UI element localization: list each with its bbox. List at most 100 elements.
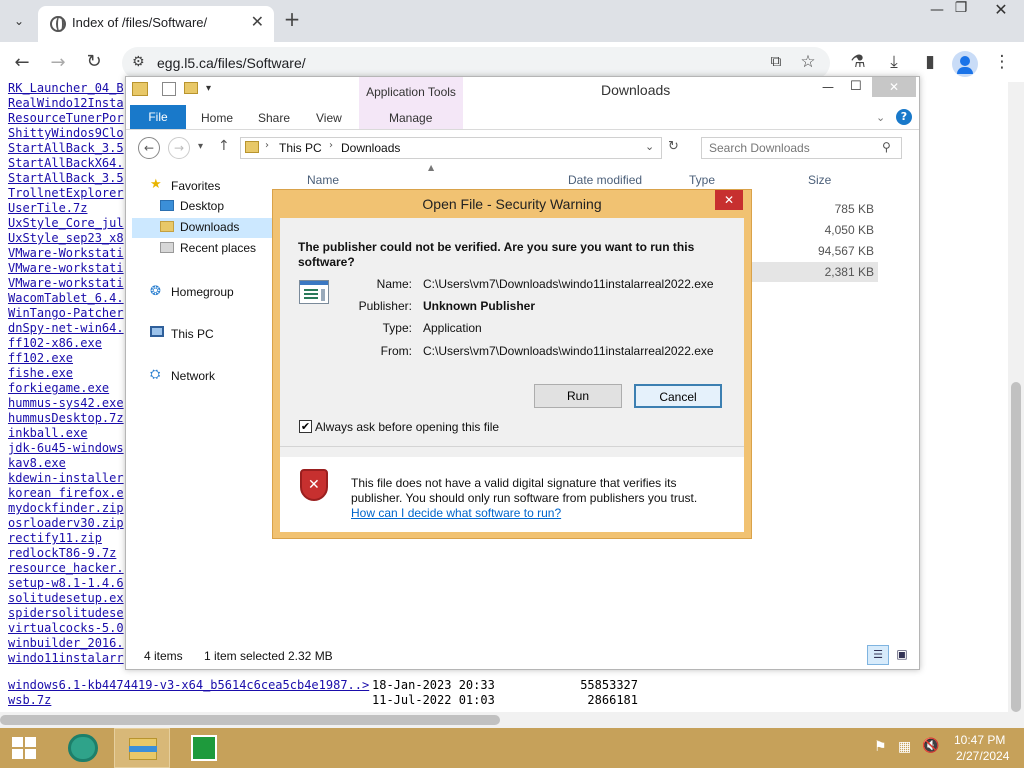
file-link[interactable]: virtualcocks-5.0 bbox=[8, 621, 124, 635]
file-link[interactable]: WinTango-Patcher bbox=[8, 306, 124, 320]
file-link[interactable]: setup-w8.1-1.4.6 bbox=[8, 576, 124, 590]
file-link[interactable]: osrloaderv30.zip bbox=[8, 516, 124, 530]
file-link[interactable]: windows6.1-kb4474419-v3-x64_b5614c6cea5c… bbox=[8, 678, 369, 692]
scrollbar-thumb[interactable] bbox=[0, 715, 500, 725]
download-icon[interactable]: ⤓ bbox=[882, 52, 906, 72]
help-link[interactable]: How can I decide what software to run? bbox=[351, 506, 561, 520]
always-ask-label[interactable]: Always ask before opening this file bbox=[315, 420, 499, 434]
explorer-address-bar[interactable]: › This PC › Downloads ⌄ bbox=[240, 137, 662, 159]
maximize-icon[interactable]: ☐ bbox=[850, 79, 862, 94]
bookmark-star-icon[interactable]: ☆ bbox=[796, 52, 820, 72]
forward-arrow-icon[interactable]: → bbox=[46, 52, 70, 73]
file-link[interactable]: korean firefox.e bbox=[8, 486, 124, 500]
file-link[interactable]: hummus-sys42.exe bbox=[8, 396, 124, 410]
file-link[interactable]: redlockT86-9.7z bbox=[8, 546, 116, 560]
tab-view[interactable]: View bbox=[316, 111, 342, 125]
taskbar-store[interactable] bbox=[174, 728, 230, 768]
file-link[interactable]: StartAllBackX64. bbox=[8, 156, 124, 170]
file-link[interactable]: windo11instalarr bbox=[8, 651, 124, 665]
nav-network[interactable]: Network bbox=[171, 369, 215, 383]
refresh-icon[interactable]: ↻ bbox=[668, 139, 679, 154]
clock-time[interactable]: 10:47 PM bbox=[954, 733, 1005, 747]
nav-desktop[interactable]: Desktop bbox=[160, 199, 224, 213]
file-link[interactable]: hummusDesktop.7z bbox=[8, 411, 124, 425]
file-link[interactable]: fishe.exe bbox=[8, 366, 73, 380]
file-link[interactable]: mydockfinder.zip bbox=[8, 501, 124, 515]
up-arrow-icon[interactable]: ↑ bbox=[218, 138, 230, 154]
nav-downloads[interactable]: Downloads bbox=[160, 220, 239, 234]
run-button[interactable]: Run bbox=[534, 384, 622, 408]
details-view-icon[interactable]: ☰ bbox=[867, 645, 889, 665]
close-window-icon[interactable]: ✕ bbox=[986, 0, 1016, 19]
reload-icon[interactable]: ↻ bbox=[82, 51, 106, 72]
nav-recent-places[interactable]: Recent places bbox=[160, 241, 256, 255]
side-panel-icon[interactable]: ▮ bbox=[918, 52, 942, 72]
help-icon[interactable]: ? bbox=[896, 109, 912, 125]
file-link[interactable]: UxStyle_sep23_x8 bbox=[8, 231, 124, 245]
url-text[interactable]: egg.l5.ca/files/Software/ bbox=[157, 55, 306, 71]
scrollbar-thumb[interactable] bbox=[1011, 382, 1021, 712]
search-downloads-input[interactable]: Search Downloads ⚲ bbox=[701, 137, 902, 159]
file-link[interactable]: RealWindo12Insta bbox=[8, 96, 124, 110]
new-tab-button[interactable]: + bbox=[280, 8, 304, 32]
browser-tab[interactable]: Index of /files/Software/ ✕ bbox=[38, 6, 274, 42]
recent-locations-icon[interactable]: ▾ bbox=[198, 141, 203, 152]
file-link[interactable]: UxStyle_Core_jul bbox=[8, 216, 124, 230]
file-link[interactable]: forkiegame.exe bbox=[8, 381, 109, 395]
file-link[interactable]: RK_Launcher_04_B bbox=[8, 81, 124, 95]
file-link[interactable]: ResourceTunerPor bbox=[8, 111, 124, 125]
column-name[interactable]: Name bbox=[307, 173, 339, 187]
file-link[interactable]: TrollnetExplorer bbox=[8, 186, 124, 200]
address-dropdown-icon[interactable]: ⌄ bbox=[645, 140, 654, 153]
clock-date[interactable]: 2/27/2024 bbox=[956, 749, 1009, 763]
breadcrumb-this-pc[interactable]: This PC bbox=[279, 141, 322, 155]
labs-flask-icon[interactable]: ⚗ bbox=[846, 52, 870, 72]
address-bar[interactable]: ⚙ egg.l5.ca/files/Software/ bbox=[122, 47, 830, 79]
back-arrow-icon[interactable]: ← bbox=[138, 137, 160, 159]
taskbar-browser[interactable] bbox=[56, 728, 112, 768]
tab-home[interactable]: Home bbox=[201, 111, 233, 125]
file-link[interactable]: winbuilder_2016. bbox=[8, 636, 124, 650]
minimize-icon[interactable]: — bbox=[822, 80, 834, 94]
file-link[interactable]: StartAllBack_3.5 bbox=[8, 141, 124, 155]
close-tab-icon[interactable]: ✕ bbox=[251, 12, 264, 31]
file-link[interactable]: ff102-x86.exe bbox=[8, 336, 102, 350]
page-scrollbar[interactable] bbox=[1008, 82, 1024, 728]
network-tray-icon[interactable]: ▦ bbox=[898, 739, 911, 755]
file-link[interactable]: WacomTablet_6.4. bbox=[8, 291, 124, 305]
tab-search-chevron-icon[interactable]: ⌄ bbox=[8, 10, 30, 32]
column-date-modified[interactable]: Date modified bbox=[568, 173, 642, 187]
file-link[interactable]: rectify11.zip bbox=[8, 531, 102, 545]
column-type[interactable]: Type bbox=[689, 173, 715, 187]
file-link[interactable]: ff102.exe bbox=[8, 351, 73, 365]
file-link[interactable]: VMware-workstati bbox=[8, 276, 124, 290]
column-size[interactable]: Size bbox=[808, 173, 831, 187]
tab-manage[interactable]: Manage bbox=[389, 111, 432, 125]
dialog-close-button[interactable]: ✕ bbox=[715, 190, 743, 210]
file-link[interactable]: dnSpy-net-win64. bbox=[8, 321, 124, 335]
site-settings-icon[interactable]: ⚙ bbox=[132, 54, 145, 70]
file-link[interactable]: spidersolitudese bbox=[8, 606, 124, 620]
file-link[interactable]: ShittyWindos9Clo bbox=[8, 126, 124, 140]
file-link[interactable]: inkball.exe bbox=[8, 426, 87, 440]
always-ask-checkbox[interactable]: ✔ bbox=[299, 420, 312, 433]
taskbar-file-explorer[interactable] bbox=[114, 728, 170, 768]
tab-file[interactable]: File bbox=[130, 105, 186, 129]
menu-kebab-icon[interactable]: ⋮ bbox=[990, 52, 1014, 72]
profile-avatar-icon[interactable] bbox=[952, 51, 978, 77]
file-link[interactable]: jdk-6u45-windows bbox=[8, 441, 124, 455]
qat-dropdown-icon[interactable]: ▾ bbox=[206, 83, 211, 94]
lens-icon[interactable]: ⧉ bbox=[764, 52, 788, 70]
back-arrow-icon[interactable]: ← bbox=[10, 52, 34, 73]
file-link[interactable]: wsb.7z bbox=[8, 693, 51, 707]
restore-icon[interactable]: ❐ bbox=[946, 0, 976, 16]
large-icons-view-icon[interactable]: ▣ bbox=[892, 645, 912, 665]
windows-start-icon[interactable] bbox=[12, 737, 36, 759]
action-center-flag-icon[interactable]: ⚑ bbox=[874, 739, 887, 755]
expand-ribbon-icon[interactable]: ⌄ bbox=[876, 111, 885, 124]
volume-muted-icon[interactable]: 🔇 bbox=[922, 738, 939, 754]
horizontal-scrollbar[interactable] bbox=[0, 712, 1008, 728]
file-link[interactable]: kav8.exe bbox=[8, 456, 66, 470]
file-link[interactable]: UserTile.7z bbox=[8, 201, 87, 215]
nav-homegroup[interactable]: Homegroup bbox=[171, 285, 234, 299]
